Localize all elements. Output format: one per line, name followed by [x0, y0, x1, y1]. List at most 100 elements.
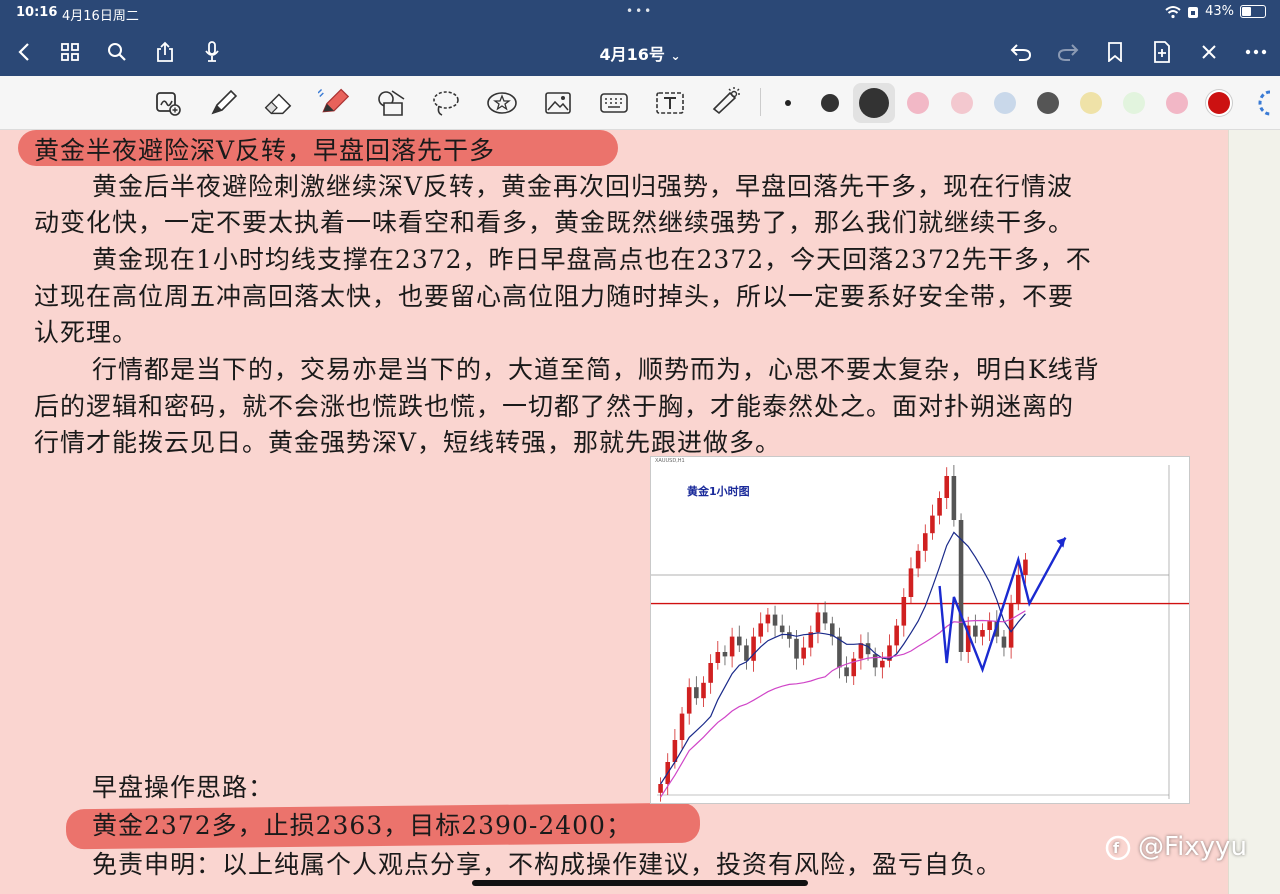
note-title[interactable]: 4月16号 ⌄: [560, 41, 720, 65]
grid-icon[interactable]: [56, 38, 84, 66]
add-page-icon[interactable]: [1148, 38, 1176, 66]
home-indicator[interactable]: [472, 880, 808, 886]
shapes-icon[interactable]: [375, 88, 407, 118]
candle-body: [1001, 636, 1007, 648]
status-date: 4月16日周二: [62, 9, 139, 24]
candle-body: [779, 625, 785, 633]
eraser-icon[interactable]: [262, 88, 294, 118]
close-icon[interactable]: [1195, 38, 1223, 66]
weibo-logo-icon: f: [1105, 835, 1131, 860]
candle-body: [872, 654, 878, 668]
color-swatch[interactable]: [994, 92, 1016, 114]
share-icon[interactable]: [151, 38, 179, 66]
candle-body: [980, 630, 985, 637]
status-indicators: 43%: [1165, 4, 1266, 19]
lasso-icon[interactable]: [430, 88, 462, 118]
chevron-down-icon: ⌄: [670, 49, 681, 63]
candle-body: [686, 687, 692, 714]
candle-body: [772, 614, 778, 626]
color-swatch[interactable]: [1080, 92, 1102, 114]
candle-body: [937, 498, 942, 516]
toolbar-divider: [760, 88, 761, 116]
candle-body: [736, 636, 742, 646]
color-swatch[interactable]: [1166, 92, 1188, 114]
lock-rotation-icon: [1188, 6, 1199, 18]
keyboard-icon[interactable]: [598, 88, 630, 118]
color-swatch[interactable]: [951, 92, 973, 114]
highlighter-icon[interactable]: [318, 86, 350, 116]
sticker-icon[interactable]: [486, 88, 518, 118]
candle-body: [858, 643, 864, 659]
candle-body: [880, 660, 885, 668]
color-swatch[interactable]: [859, 88, 889, 118]
watermark-text: @Fixyyu: [1138, 832, 1247, 862]
disclaimer: 免责申明：以上纯属个人观点分享，不构成操作建议，投资有风险，盈亏自负。: [92, 850, 1003, 879]
candle-body: [1015, 575, 1021, 604]
pen-icon[interactable]: [208, 88, 240, 118]
battery-percent: 43%: [1205, 4, 1234, 19]
candle-body: [973, 625, 978, 637]
svg-text:f: f: [1113, 841, 1120, 857]
note-line: 后的逻辑和密码，就不会涨也慌跌也慌，一切都了然于胸，才能泰然处之。面对扑朔迷离的: [34, 392, 1075, 421]
note-title-text: 4月16号: [599, 45, 665, 64]
candle-body: [658, 784, 663, 793]
note-line: 黄金后半夜避险刺激继续深V反转，黄金再次回归强势，早盘回落先干多，现在行情波: [92, 172, 1074, 201]
candle-body: [901, 597, 907, 626]
candle-body: [1008, 603, 1014, 648]
candle-body: [815, 612, 821, 633]
bookmark-icon[interactable]: [1101, 38, 1129, 66]
candle-body: [951, 476, 957, 520]
candle-body: [701, 682, 706, 699]
note-heading: 黄金半夜避险深V反转，早盘回落先干多: [34, 136, 496, 165]
mic-icon[interactable]: [198, 38, 226, 66]
redo-icon[interactable]: [1054, 38, 1082, 66]
battery-icon: [1240, 5, 1266, 18]
candle-body: [694, 687, 699, 699]
note-line: 行情才能拨云见日。黄金强势深V，短线转强，那就先跟进做多。: [34, 428, 782, 457]
candle-body: [765, 614, 771, 624]
more-colors-icon[interactable]: [1250, 88, 1280, 118]
text-icon[interactable]: [654, 88, 686, 118]
laser-pointer-icon[interactable]: [710, 86, 742, 116]
wifi-icon: [1165, 5, 1181, 18]
gold-chart-image[interactable]: XAUUSD,H1 黄金1小时图: [650, 456, 1190, 804]
note-line: 动变化快，一定不要太执着一味看空和看多，黄金既然继续强势了，那么我们就继续干多。: [34, 208, 1075, 237]
candle-body: [915, 550, 921, 569]
candle-body: [708, 663, 713, 683]
more-icon[interactable]: [1242, 38, 1270, 66]
color-swatch[interactable]: [907, 92, 929, 114]
multitask-dots-icon[interactable]: •••: [626, 4, 653, 18]
candle-body: [679, 713, 685, 740]
color-swatch[interactable]: [1123, 92, 1145, 114]
candle-body: [794, 638, 799, 659]
lasso-select-icon[interactable]: [152, 88, 184, 118]
note-line: 黄金现在1小时均线支撑在2372，昨日早盘高点也在2372，今天回落2372先干…: [92, 245, 1092, 274]
candle-body: [751, 636, 756, 661]
candle-body: [715, 652, 721, 663]
candlestick-chart: [651, 465, 1189, 802]
candle-body: [722, 652, 728, 657]
status-bar: 10:16 4月16日周二 ••• 43%: [0, 0, 1280, 28]
watermark: f @Fixyyu: [1104, 832, 1247, 862]
candle-body: [894, 625, 899, 646]
candle-body: [758, 623, 764, 637]
candle-body: [744, 645, 749, 661]
ma-line-blue: [660, 531, 1026, 785]
color-swatch[interactable]: [785, 100, 791, 106]
plan-heading: 早盘操作思路：: [92, 773, 275, 802]
image-icon[interactable]: [542, 88, 574, 118]
trade-plan: 黄金2372多，止损2363，目标2390-2400；: [92, 811, 632, 840]
page-scroll-strip[interactable]: [1228, 130, 1280, 894]
color-swatch[interactable]: [1208, 92, 1230, 114]
candle-body: [1023, 559, 1028, 575]
status-time: 10:16: [16, 5, 58, 20]
search-icon[interactable]: [103, 38, 131, 66]
color-swatch[interactable]: [1037, 92, 1059, 114]
color-swatch[interactable]: [821, 94, 839, 112]
candle-body: [908, 568, 914, 597]
undo-icon[interactable]: [1007, 38, 1035, 66]
chevron-left-icon[interactable]: [10, 38, 38, 66]
note-line: 行情都是当下的，交易亦是当下的，大道至简，顺势而为，心思不要太复杂，明白K线背: [92, 355, 1100, 384]
candle-body: [822, 612, 828, 624]
note-line: 过现在高位周五冲高回落太快，也要留心高位阻力随时掉头，所以一定要系好安全带，不要: [34, 282, 1075, 311]
